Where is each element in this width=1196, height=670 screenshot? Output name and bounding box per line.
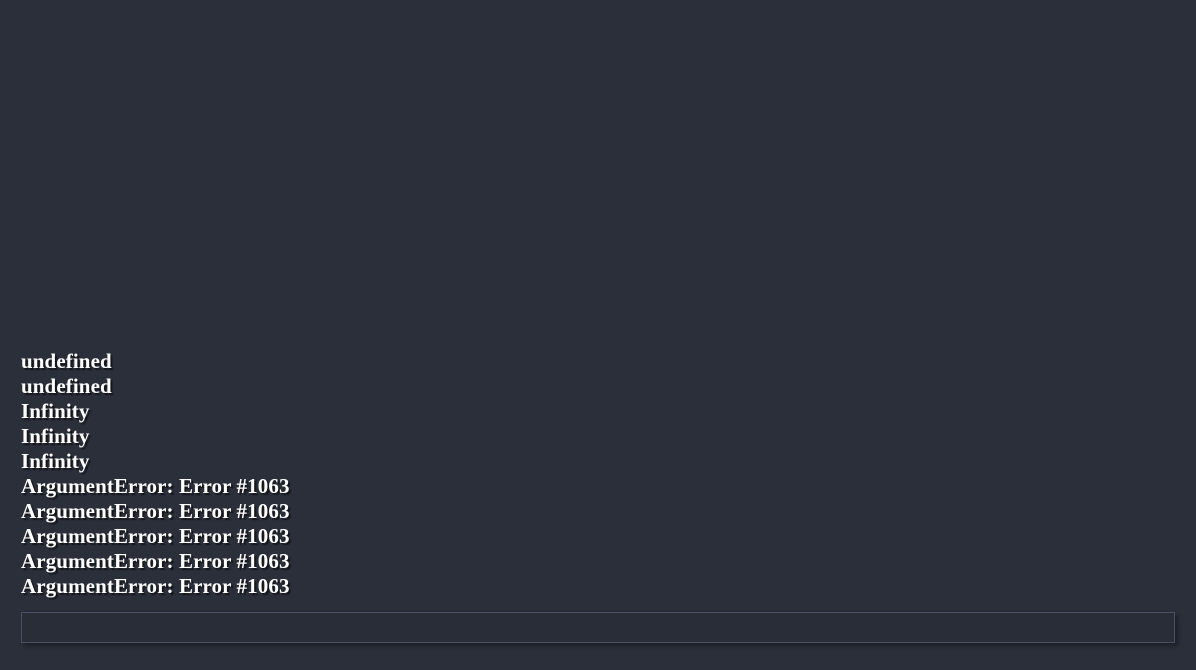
console-output-line: ArgumentError: Error #1063 bbox=[21, 499, 290, 523]
console-output-line: ArgumentError: Error #1063 bbox=[21, 524, 290, 548]
console-input[interactable] bbox=[22, 613, 1174, 642]
console-output-line: Infinity bbox=[21, 399, 90, 423]
console-output-line: Infinity bbox=[21, 449, 90, 473]
console-output-line: Infinity bbox=[21, 424, 90, 448]
console-input-container[interactable] bbox=[21, 612, 1175, 643]
console-output-line: ArgumentError: Error #1063 bbox=[21, 549, 290, 573]
console-output-line: ArgumentError: Error #1063 bbox=[21, 574, 290, 598]
console-output-line: undefined bbox=[21, 349, 112, 373]
application-window: undefined undefined Infinity Infinity In… bbox=[0, 0, 1196, 670]
console-output-line: ArgumentError: Error #1063 bbox=[21, 474, 290, 498]
console-output-line: undefined bbox=[21, 374, 112, 398]
console-output-log: undefined undefined Infinity Infinity In… bbox=[21, 349, 1161, 599]
